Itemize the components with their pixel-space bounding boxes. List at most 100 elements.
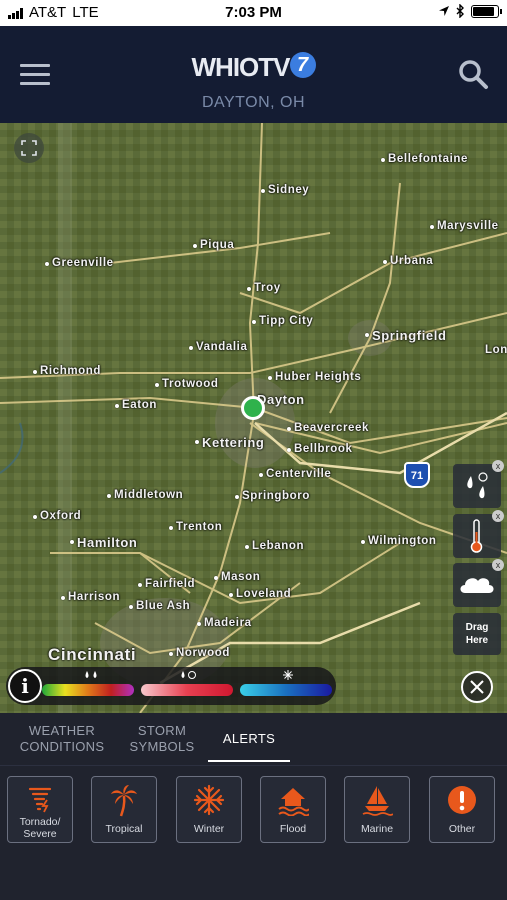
- tab-label: SYMBOLS: [129, 739, 195, 754]
- alert-winter-button[interactable]: Winter: [176, 776, 242, 843]
- logo-badge: 7: [289, 52, 316, 78]
- city-label: Oxford: [32, 510, 82, 522]
- city-label: Springfield: [365, 328, 447, 343]
- station-logo: WHIOTV 7: [0, 52, 507, 83]
- location-arrow-icon: [439, 6, 449, 16]
- status-right: [438, 4, 502, 18]
- city-label: Kettering: [194, 435, 265, 450]
- battery-icon: [471, 4, 502, 18]
- rain-legend-icon: [85, 671, 97, 678]
- location-label[interactable]: DAYTON, OH: [0, 94, 507, 112]
- tab-label: WEATHER: [28, 723, 96, 738]
- battery-fill: [473, 6, 494, 16]
- snow-legend-bar: [240, 684, 332, 696]
- snowflake-icon: [193, 784, 225, 816]
- tab-label: STORM: [137, 723, 187, 738]
- close-icon: [470, 680, 484, 694]
- alert-other-button[interactable]: Other: [429, 776, 495, 843]
- city-label: Beavercreek: [286, 422, 370, 434]
- rain-legend-bar: [42, 684, 134, 696]
- close-icon[interactable]: x: [492, 559, 504, 571]
- tornado-icon: [28, 787, 52, 813]
- city-label: Richmond: [32, 365, 102, 377]
- alert-label: Flood: [279, 823, 307, 835]
- tab-alerts[interactable]: ALERTS: [208, 731, 290, 747]
- city-label: Blue Ash: [128, 600, 191, 612]
- alert-label: Tornado/Severe: [8, 816, 72, 840]
- radar-legend: i: [6, 667, 336, 705]
- tab-storm-symbols[interactable]: STORM SYMBOLS: [122, 723, 202, 755]
- tab-label: ALERTS: [222, 731, 276, 746]
- status-time: 7:03 PM: [225, 4, 282, 21]
- flood-house-icon: [278, 788, 309, 816]
- status-bar: AT&T LTE 7:03 PM: [0, 0, 507, 26]
- city-label: Greenville: [45, 257, 114, 269]
- city-label: Bellefontaine: [380, 153, 469, 165]
- alert-tropical-button[interactable]: Tropical: [91, 776, 157, 843]
- radar-map[interactable]: Bellefontaine Sidney Marysville Piqua Gr…: [0, 123, 507, 713]
- city-label: Marysville: [430, 220, 499, 232]
- mix-legend-bar: [141, 684, 233, 696]
- sailboat-icon: [362, 786, 393, 816]
- tab-label: CONDITIONS: [19, 739, 105, 754]
- city-label: Harrison: [60, 591, 121, 603]
- alert-label: Winter: [193, 823, 225, 835]
- exclamation-icon: [448, 786, 476, 814]
- cloud-tool[interactable]: x: [453, 559, 504, 607]
- search-icon[interactable]: [457, 58, 489, 90]
- city-label: Wilmington: [361, 535, 437, 547]
- city-label: Mason: [213, 571, 261, 583]
- city-label: Urbana: [382, 255, 434, 267]
- city-label: Loveland: [228, 588, 292, 600]
- interstate-shield: 71: [404, 462, 430, 488]
- tab-weather-conditions[interactable]: WEATHER CONDITIONS: [14, 723, 110, 755]
- app-header: WHIOTV 7 DAYTON, OH: [0, 26, 507, 123]
- city-label: Sidney: [260, 184, 310, 196]
- city-label: Madeira: [197, 617, 252, 629]
- logo-text: WHIOTV: [191, 52, 291, 82]
- city-label: Troy: [247, 282, 281, 294]
- bluetooth-icon: [456, 4, 464, 18]
- drag-label: Here: [465, 635, 489, 646]
- mix-legend-icon: [181, 671, 196, 679]
- close-icon[interactable]: x: [492, 460, 504, 472]
- city-label: Trotwood: [155, 378, 219, 390]
- precip-tool[interactable]: x: [453, 460, 504, 508]
- alert-label: Tropical: [105, 823, 143, 835]
- active-tab-indicator: [208, 760, 290, 762]
- fullscreen-icon[interactable]: [14, 133, 44, 163]
- snow-legend-icon: [283, 670, 293, 680]
- city-label: Lon: [485, 344, 507, 356]
- alert-label: Other: [448, 823, 476, 835]
- city-label: Hamilton: [69, 535, 138, 550]
- city-label: Huber Heights: [267, 371, 362, 383]
- city-label: Piqua: [192, 239, 235, 251]
- city-label: Trenton: [168, 521, 223, 533]
- city-label: Norwood: [168, 647, 231, 659]
- alert-types: Tornado/Severe Tropical Winter Flood Mar…: [0, 765, 507, 900]
- city-label: Lebanon: [244, 540, 305, 552]
- alert-flood-button[interactable]: Flood: [260, 776, 326, 843]
- alert-tornado-severe-button[interactable]: Tornado/Severe: [7, 776, 73, 843]
- drag-here-slot[interactable]: Drag Here: [453, 613, 501, 655]
- close-legend-button[interactable]: [461, 671, 493, 703]
- city-label: Vandalia: [188, 341, 248, 353]
- city-label: Bellbrook: [286, 443, 353, 455]
- palm-tree-icon: [111, 785, 137, 817]
- city-label: Springboro: [235, 490, 310, 502]
- alert-marine-button[interactable]: Marine: [344, 776, 410, 843]
- drag-label: Drag: [465, 622, 489, 633]
- city-label: Eaton: [115, 399, 157, 411]
- alert-label: Marine: [360, 823, 394, 835]
- current-location-marker[interactable]: [241, 396, 265, 420]
- city-label: Cincinnati: [48, 645, 137, 664]
- close-icon[interactable]: x: [492, 510, 504, 522]
- city-label: Tipp City: [251, 315, 314, 327]
- city-label: Centerville: [258, 468, 332, 480]
- alert-label-line: Severe: [23, 828, 57, 840]
- city-label: Fairfield: [137, 578, 196, 590]
- city-label: Middletown: [106, 489, 184, 501]
- temperature-tool[interactable]: x: [453, 510, 504, 558]
- info-icon[interactable]: i: [8, 669, 42, 703]
- alert-label-line: Tornado/: [19, 816, 61, 828]
